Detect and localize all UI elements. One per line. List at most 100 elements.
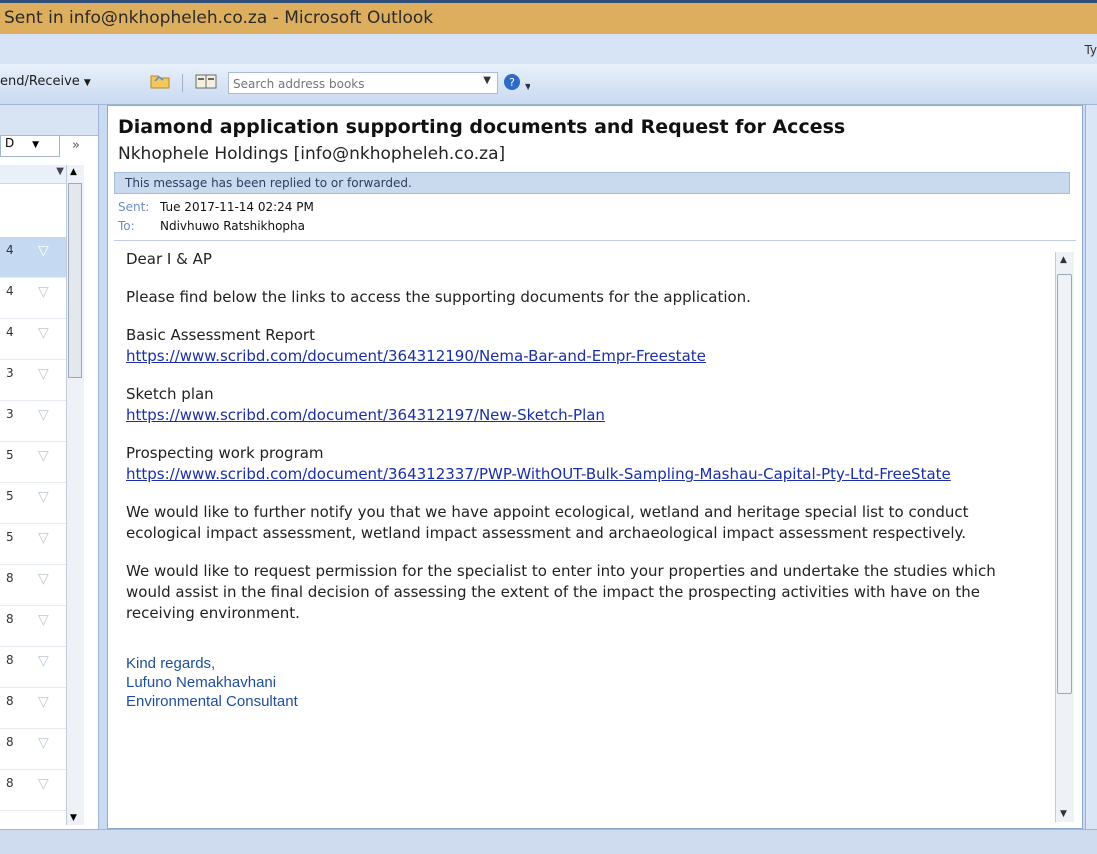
list-item[interactable]: 8 ▽ (0, 729, 66, 770)
reading-pane: Diamond application supporting documents… (107, 105, 1083, 829)
flag-icon[interactable]: ▽ (38, 366, 49, 382)
message-list-header (0, 105, 98, 136)
doc2-title: Sketch plan (126, 385, 214, 403)
doc3-block: Prospecting work program https://www.scr… (126, 443, 1036, 485)
email-from[interactable]: Nkhophele Holdings [info@nkhopheleh.co.z… (118, 144, 505, 164)
doc2-link[interactable]: https://www.scribd.com/document/36431219… (126, 406, 605, 424)
doc3-link[interactable]: https://www.scribd.com/document/36431233… (126, 465, 951, 483)
list-item-date: 8 (6, 612, 14, 626)
list-item[interactable]: 5 ▽ (0, 442, 66, 483)
search-address-books[interactable]: ▼ (228, 72, 498, 94)
list-item[interactable]: 8 ▽ (0, 688, 66, 729)
greeting: Dear I & AP (126, 250, 212, 268)
doc3-title: Prospecting work program (126, 444, 324, 462)
scroll-up-icon[interactable]: ▲ (1060, 255, 1067, 265)
scroll-thumb[interactable] (1057, 274, 1072, 694)
flag-icon[interactable]: ▽ (38, 325, 49, 341)
reading-pane-scrollbar[interactable]: ▲ ▼ (1055, 252, 1074, 822)
flag-icon[interactable]: ▽ (38, 284, 49, 300)
flag-icon[interactable]: ▽ (38, 407, 49, 423)
message-list-pane: D ▼ » ▼ 4 ▽ 4 ▽ 4 ▽ 3 ▽ 3 ▽ 5 ▽ 5 ▽ 5 ▽ 8 ▽ 8 ▽ 8 ▽ 8 ▽ 8 ▽ 8 ▽ ▲ ▼ (0, 105, 99, 829)
flag-icon[interactable]: ▽ (38, 530, 49, 546)
window-titlebar: Sent in info@nkhopheleh.co.za - Microsof… (0, 0, 1097, 34)
status-bar (0, 829, 1097, 854)
sent-value: Tue 2017-11-14 02:24 PM (160, 200, 314, 214)
flag-icon[interactable]: ▽ (38, 448, 49, 464)
chevron-down-icon[interactable]: ▼ (84, 78, 91, 88)
flag-icon[interactable]: ▽ (38, 489, 49, 505)
collapse-chevron-icon[interactable]: » (72, 138, 80, 153)
list-item[interactable]: 4 ▽ (0, 278, 66, 319)
sort-header[interactable]: ▼ (0, 165, 70, 184)
list-item[interactable]: 3 ▽ (0, 360, 66, 401)
list-item[interactable]: 8 ▽ (0, 770, 66, 811)
list-item[interactable]: 3 ▽ (0, 401, 66, 442)
search-input[interactable] (229, 74, 467, 94)
flag-icon[interactable]: ▽ (38, 243, 49, 259)
toolbar: end/Receive ▼ ▼ ?▼ (0, 64, 1097, 105)
list-item[interactable]: 5 ▽ (0, 483, 66, 524)
list-item-date: 4 (6, 243, 14, 257)
arrange-by-value: D (5, 136, 15, 150)
list-item-date: 8 (6, 571, 14, 585)
message-list-scrollbar[interactable]: ▲ ▼ (66, 165, 84, 825)
list-item[interactable]: 4 ▽ (0, 319, 66, 360)
list-item-date: 8 (6, 735, 14, 749)
intro-paragraph: Please find below the links to access th… (126, 288, 751, 306)
send-receive-button[interactable]: end/Receive ▼ (0, 74, 91, 89)
address-book-icon[interactable] (195, 72, 217, 94)
chevron-down-icon[interactable]: ▼ (483, 75, 491, 86)
send-receive-label: end/Receive (0, 74, 80, 89)
notify-paragraph: We would like to further notify you that… (126, 503, 969, 542)
doc1-link[interactable]: https://www.scribd.com/document/36431219… (126, 347, 706, 365)
list-item[interactable]: 8 ▽ (0, 565, 66, 606)
sig-closing: Kind regards, (126, 655, 216, 672)
list-item[interactable]: 8 ▽ (0, 647, 66, 688)
to-value[interactable]: Ndivhuwo Ratshikhopha (160, 219, 305, 233)
email-body: Dear I & AP Please find below the links … (126, 249, 1036, 711)
help-icon: ? ▼ (504, 74, 532, 91)
list-item-date: 5 (6, 530, 14, 544)
chevron-down-icon: ▼ (56, 166, 64, 177)
help-button[interactable]: ? ▼ (502, 72, 532, 94)
folder-icon[interactable] (150, 72, 170, 94)
sig-name: Lufuno Nemakhavhani (126, 674, 277, 691)
chevron-down-icon: ▼ (32, 140, 39, 150)
list-item-date: 4 (6, 284, 14, 298)
sent-label: Sent: (118, 200, 150, 214)
svg-text:?: ? (509, 76, 515, 89)
list-item[interactable]: 4 ▽ (0, 237, 66, 278)
flag-icon[interactable]: ▽ (38, 694, 49, 710)
flag-icon[interactable]: ▽ (38, 735, 49, 751)
list-item[interactable]: 8 ▽ (0, 606, 66, 647)
doc2-block: Sketch plan https://www.scribd.com/docum… (126, 384, 1036, 426)
to-do-bar-edge (1085, 105, 1097, 829)
list-item-date: 8 (6, 653, 14, 667)
menubar: Ty (0, 34, 1097, 64)
to-label: To: (118, 219, 135, 233)
type-question-box[interactable]: Ty (1084, 43, 1097, 57)
window-title: Sent in info@nkhopheleh.co.za - Microsof… (4, 8, 434, 28)
info-bar[interactable]: This message has been replied to or forw… (114, 172, 1070, 194)
svg-text:▼: ▼ (525, 82, 530, 91)
list-item[interactable]: 5 ▽ (0, 524, 66, 565)
flag-icon[interactable]: ▽ (38, 776, 49, 792)
info-bar-text: This message has been replied to or forw… (125, 176, 412, 190)
arrange-by-combo[interactable]: D ▼ (0, 135, 60, 157)
sent-row: Sent: Tue 2017-11-14 02:24 PM (118, 200, 314, 214)
doc1-block: Basic Assessment Report https://www.scri… (126, 325, 1036, 367)
flag-icon[interactable]: ▽ (38, 653, 49, 669)
scroll-up-icon[interactable]: ▲ (70, 167, 77, 177)
scroll-down-icon[interactable]: ▼ (1060, 809, 1067, 819)
list-item-date: 5 (6, 489, 14, 503)
sig-role: Environmental Consultant (126, 693, 298, 710)
list-item-date: 4 (6, 325, 14, 339)
email-body-frame: Dear I & AP Please find below the links … (114, 240, 1076, 823)
list-item-date: 3 (6, 407, 14, 421)
flag-icon[interactable]: ▽ (38, 612, 49, 628)
request-paragraph: We would like to request permission for … (126, 562, 996, 622)
flag-icon[interactable]: ▽ (38, 571, 49, 587)
scroll-thumb[interactable] (68, 183, 82, 378)
toolbar-divider (182, 74, 183, 92)
scroll-down-icon[interactable]: ▼ (70, 813, 77, 823)
